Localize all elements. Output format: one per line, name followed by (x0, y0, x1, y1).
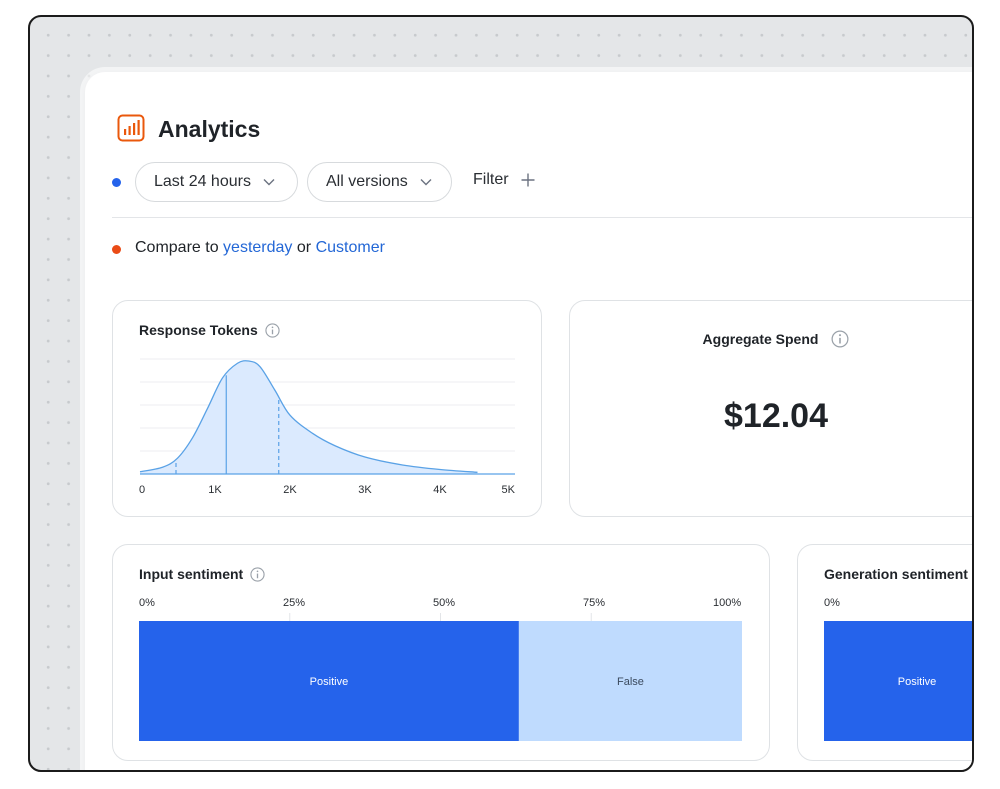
distribution-area (140, 360, 478, 474)
segment-label: False (617, 676, 644, 688)
primary-series-dot (112, 178, 121, 187)
compare-customer-link[interactable]: Customer (316, 239, 385, 256)
bar-chart-icon (117, 114, 145, 142)
versions-label: All versions (326, 173, 408, 190)
response-tokens-chart: 0 1K 2K 3K 4K 5K (139, 358, 516, 496)
generation-sentiment-card: Generation sentiment 0% Positive (797, 544, 972, 761)
chevron-down-icon (420, 179, 432, 186)
versions-dropdown[interactable]: All versions (307, 162, 452, 202)
x-tick-label: 3K (358, 484, 372, 496)
x-tick-label: 1K (208, 484, 222, 496)
info-icon[interactable] (831, 330, 849, 348)
aggregate-spend-card: Aggregate Spend $12.04 (569, 300, 972, 517)
response-tokens-card: Response Tokens 0 1K 2K 3K 4K 5K (112, 300, 542, 517)
page-title: Analytics (158, 116, 261, 142)
compare-yesterday-link[interactable]: yesterday (223, 239, 292, 256)
analytics-panel: Analytics Last 24 hours All versions Fil… (85, 72, 972, 770)
segment-label: Positive (310, 676, 349, 688)
filter-divider (112, 217, 972, 218)
screenshot-frame: Analytics Last 24 hours All versions Fil… (28, 15, 974, 772)
x-tick-label: 4K (433, 484, 447, 496)
compare-row: Compare to yesterday or Customer (135, 239, 385, 257)
input-sentiment-chart: Positive False (139, 613, 742, 741)
generation-sentiment-chart: Positive (824, 621, 972, 741)
time-range-dropdown[interactable]: Last 24 hours (135, 162, 298, 202)
plus-icon (521, 173, 535, 187)
time-range-label: Last 24 hours (154, 173, 251, 190)
aggregate-spend-title-text: Aggregate Spend (702, 331, 819, 347)
x-tick-label: 0 (139, 484, 145, 496)
input-sentiment-card: Input sentiment 0% 25% 50% 75% 100% Posi… (112, 544, 770, 761)
aggregate-spend-title: Aggregate Spend (570, 330, 972, 348)
x-tick-label: 5K (502, 484, 516, 496)
x-tick-label: 2K (283, 484, 297, 496)
chevron-down-icon (263, 179, 275, 186)
compare-conjunction: or (296, 239, 312, 256)
comparison-series-dot (112, 245, 121, 254)
filter-label: Filter (473, 171, 509, 188)
segment-label: Positive (898, 676, 937, 688)
compare-prefix: Compare to (135, 239, 219, 256)
aggregate-spend-value: $12.04 (724, 397, 828, 435)
add-filter-button[interactable]: Filter (473, 171, 535, 189)
